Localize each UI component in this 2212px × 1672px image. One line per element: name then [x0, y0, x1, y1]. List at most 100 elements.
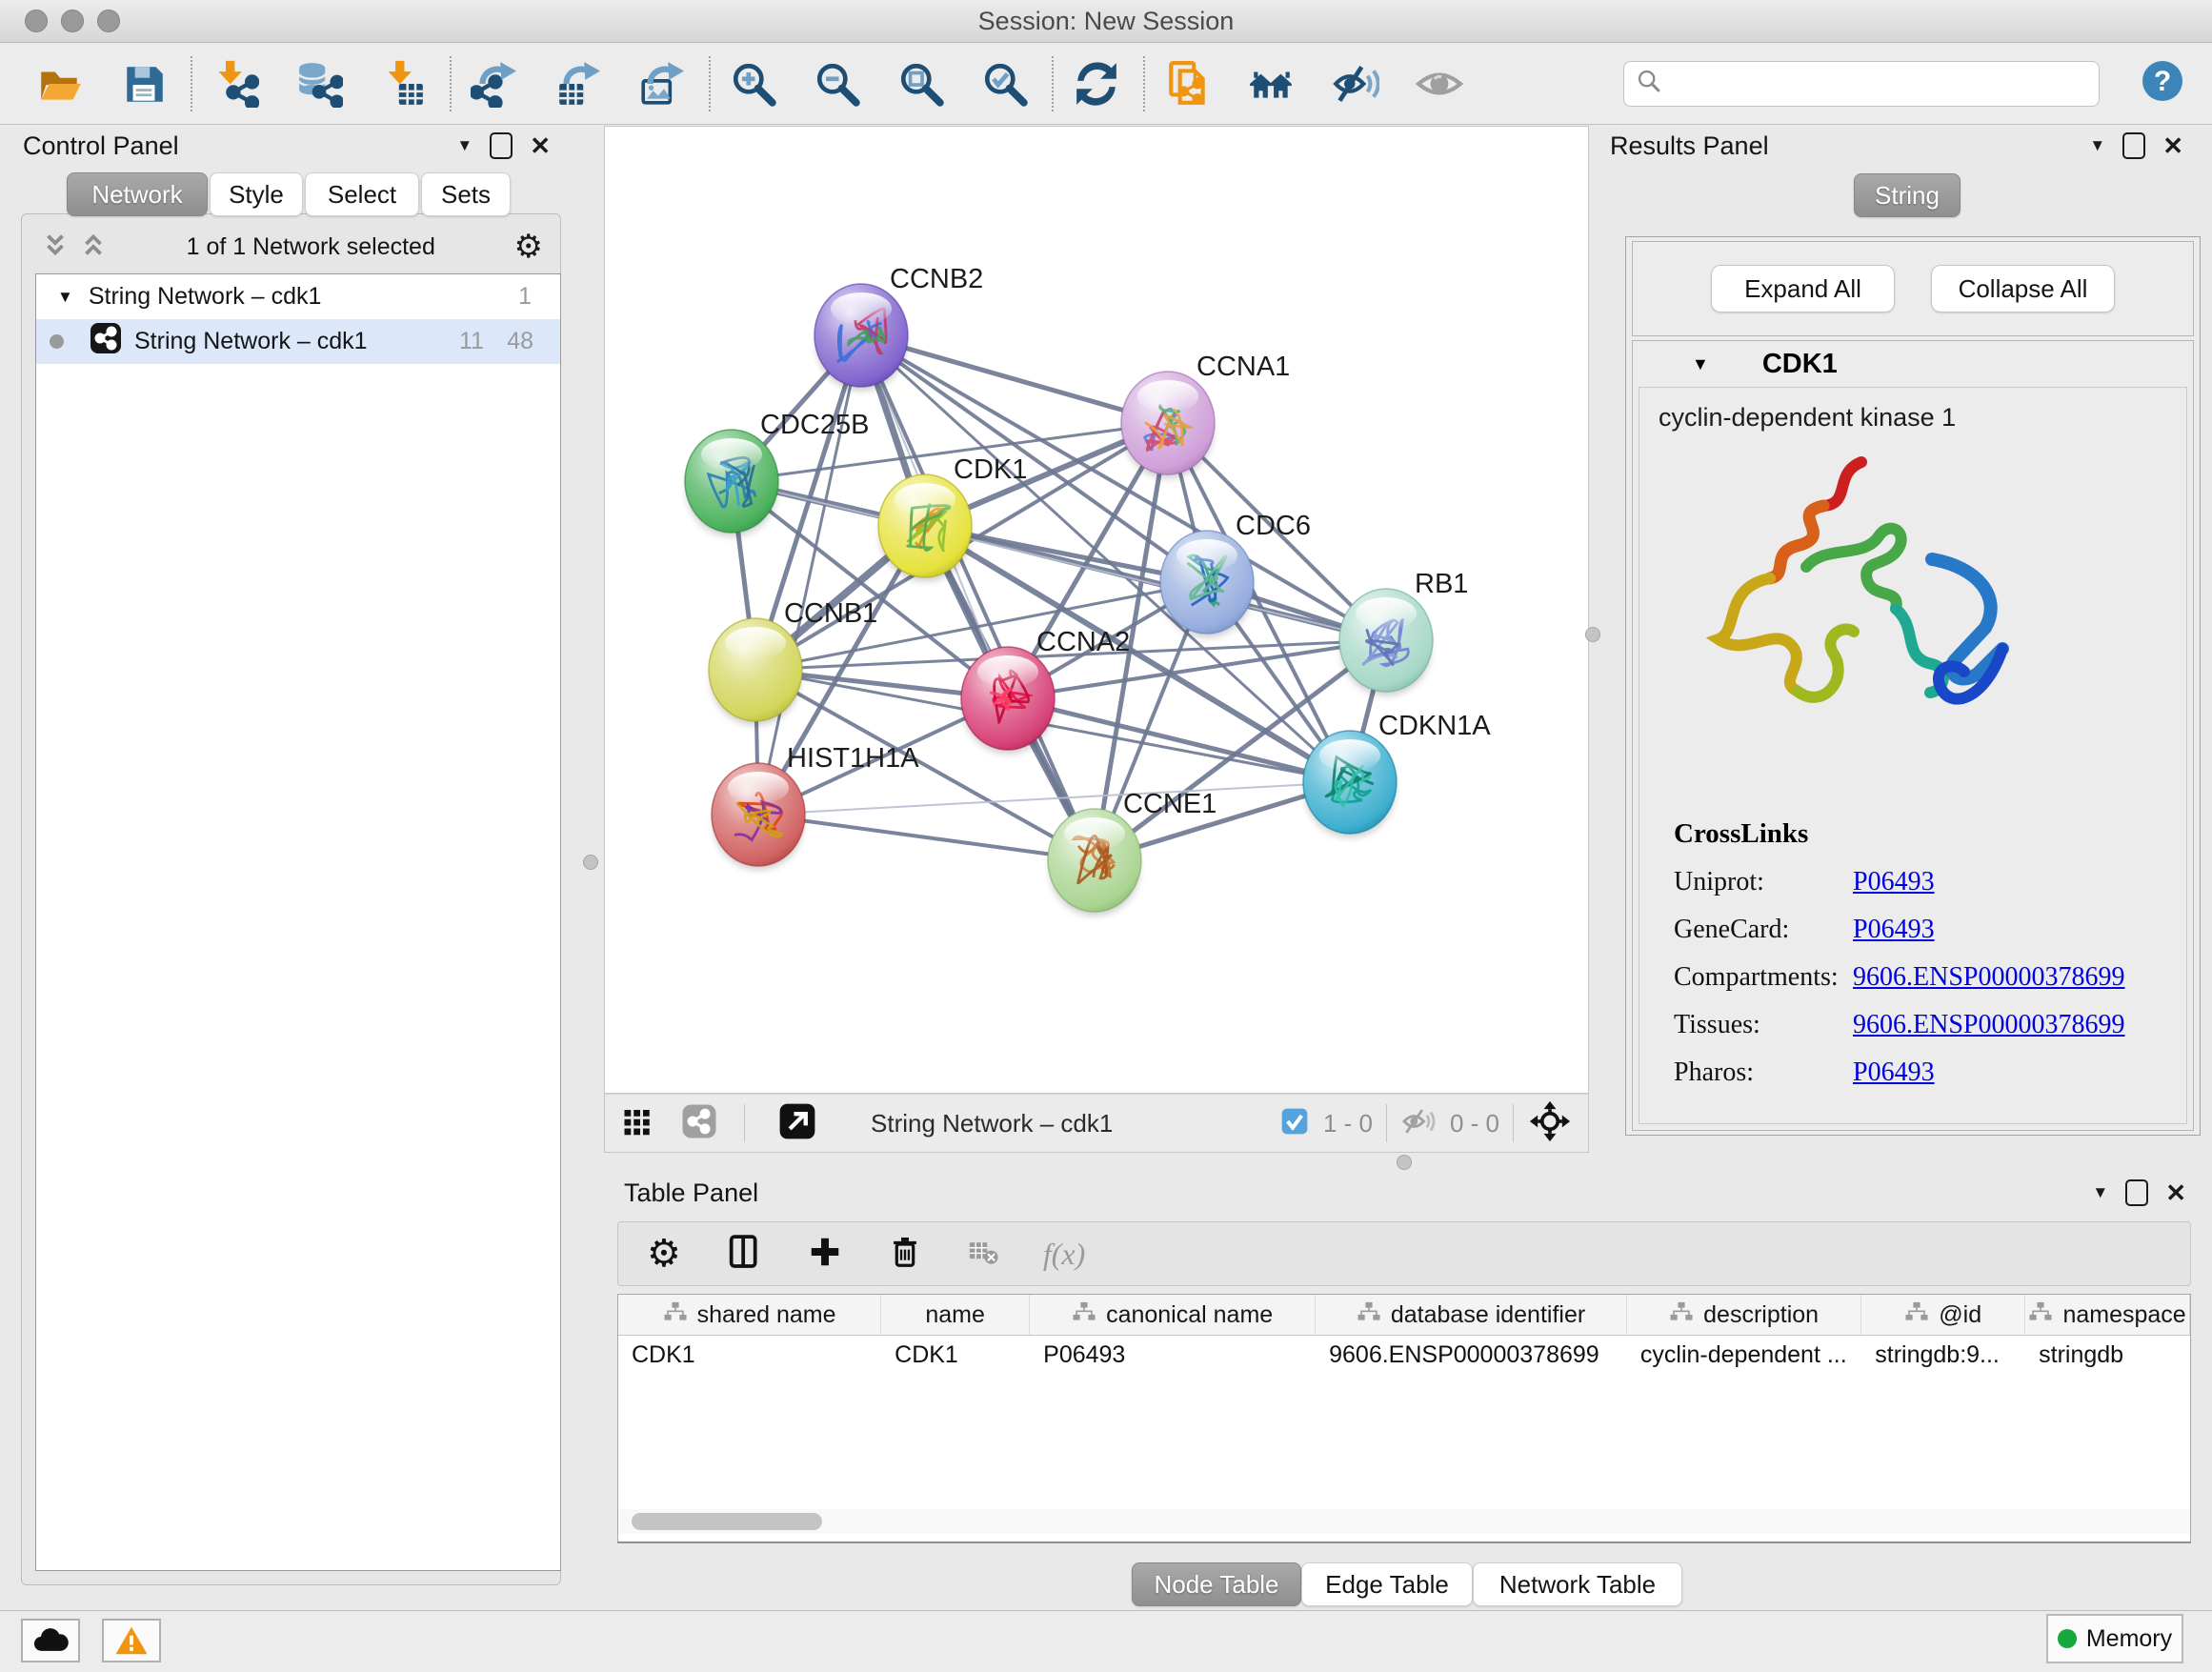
- table-cell[interactable]: stringdb: [2025, 1341, 2190, 1369]
- minimize-window-icon[interactable]: [61, 10, 84, 32]
- table-cell[interactable]: 9606.ENSP00000378699: [1316, 1341, 1627, 1369]
- birdseye-view-icon[interactable]: [777, 1101, 817, 1146]
- float-panel-icon[interactable]: [2122, 132, 2145, 159]
- table-cell[interactable]: stringdb:9...: [1861, 1341, 2025, 1369]
- network-options-gear-icon[interactable]: ⚙: [514, 232, 543, 261]
- table-cell[interactable]: cyclin-dependent ...: [1627, 1341, 1861, 1369]
- expand-all-button[interactable]: Expand All: [1711, 265, 1895, 312]
- view-mode-share-icon[interactable]: [679, 1101, 719, 1146]
- hide-selected-icon[interactable]: [1332, 60, 1379, 108]
- tab-edge-table[interactable]: Edge Table: [1301, 1562, 1473, 1606]
- search-input[interactable]: [1672, 69, 2099, 98]
- table-cell[interactable]: CDK1: [618, 1341, 881, 1369]
- show-columns-icon[interactable]: [725, 1233, 763, 1276]
- crosslink-link[interactable]: P06493: [1853, 915, 1935, 945]
- control-panel-header: Control Panel ▼ ✕: [23, 126, 556, 166]
- collapse-panel-icon[interactable]: ▼: [456, 136, 473, 155]
- selected-checkbox-icon[interactable]: [1279, 1106, 1310, 1141]
- tab-string[interactable]: String: [1854, 173, 1959, 215]
- tab-network-table[interactable]: Network Table: [1473, 1562, 1682, 1606]
- table-tabs: Node TableEdge TableNetwork Table: [1132, 1562, 1682, 1606]
- close-panel-icon[interactable]: ✕: [530, 131, 551, 161]
- tab-network[interactable]: Network: [67, 172, 208, 216]
- zoom-window-icon[interactable]: [97, 10, 120, 32]
- import-table-file-icon[interactable]: [379, 60, 427, 108]
- search-icon: [1636, 68, 1662, 99]
- collapse-all-button[interactable]: Collapse All: [1931, 265, 2115, 312]
- network-row[interactable]: String Network – cdk1 11 48: [36, 319, 560, 364]
- network-canvas[interactable]: CCNB2 CCNA1 CDC25B CDK1 CDC6 RB1 CCNB1 C…: [604, 126, 1589, 1094]
- network-edge[interactable]: [758, 815, 1095, 860]
- network-node-CDKN1A[interactable]: CDKN1A: [1303, 711, 1491, 837]
- warning-button[interactable]: [102, 1619, 161, 1662]
- control-panel-title: Control Panel: [23, 131, 179, 161]
- close-panel-icon[interactable]: ✕: [2165, 1178, 2186, 1208]
- crosslink-link[interactable]: 9606.ENSP00000378699: [1853, 1010, 2124, 1040]
- table-cell[interactable]: CDK1: [881, 1341, 1030, 1369]
- delete-column-icon[interactable]: [887, 1234, 923, 1275]
- export-table-icon[interactable]: [554, 60, 602, 108]
- refresh-icon[interactable]: [1073, 60, 1120, 108]
- column-header-canonical-name[interactable]: canonical name: [1030, 1295, 1316, 1335]
- grid-mode-icon[interactable]: [620, 1104, 654, 1143]
- table-cell[interactable]: P06493: [1030, 1341, 1316, 1369]
- results-panel-title: Results Panel: [1610, 131, 1769, 161]
- float-panel-icon[interactable]: [490, 132, 513, 159]
- first-neighbors-icon[interactable]: [1248, 60, 1296, 108]
- network-collection-row[interactable]: ▼ String Network – cdk1 1: [36, 274, 560, 319]
- table-gear-icon[interactable]: ⚙: [647, 1235, 681, 1273]
- table-row[interactable]: CDK1CDK1P064939606.ENSP00000378699cyclin…: [618, 1336, 2190, 1374]
- clone-network-icon[interactable]: [1164, 60, 1212, 108]
- node-details-header[interactable]: ▼ CDK1: [1633, 341, 2193, 387]
- control-panel: Control Panel ▼ ✕ NetworkStyleSelectSets…: [11, 126, 569, 1587]
- pan-crosshair-icon[interactable]: [1529, 1100, 1571, 1147]
- network-edge[interactable]: [861, 335, 1095, 860]
- tree-expander-icon[interactable]: ▼: [57, 288, 73, 307]
- column-header-name[interactable]: name: [881, 1295, 1030, 1335]
- float-panel-icon[interactable]: [2125, 1179, 2148, 1206]
- export-network-icon[interactable]: [471, 60, 518, 108]
- table-horizontal-scrollbar: [617, 1509, 2191, 1534]
- help-button[interactable]: ?: [2140, 58, 2185, 109]
- export-image-icon[interactable]: [638, 60, 686, 108]
- network-node-HIST1H1A[interactable]: HIST1H1A: [712, 743, 919, 870]
- collapse-all-networks-icon[interactable]: [41, 231, 70, 264]
- crosslink-link[interactable]: 9606.ENSP00000378699: [1853, 962, 2124, 993]
- add-column-icon[interactable]: [807, 1234, 843, 1275]
- zoom-in-icon[interactable]: [730, 60, 777, 108]
- import-network-db-icon[interactable]: [295, 60, 343, 108]
- open-session-icon[interactable]: [36, 60, 84, 108]
- zoom-fit-icon[interactable]: [897, 60, 945, 108]
- zoom-out-icon[interactable]: [814, 60, 861, 108]
- left-splitter-handle[interactable]: [583, 855, 598, 870]
- close-panel-icon[interactable]: ✕: [2162, 131, 2183, 161]
- import-network-file-icon[interactable]: [211, 60, 259, 108]
- network-node-CDK1[interactable]: CDK1: [878, 454, 1027, 581]
- network-node-RB1[interactable]: RB1: [1339, 569, 1468, 695]
- scrollbar-thumb[interactable]: [632, 1513, 822, 1530]
- zoom-selected-icon[interactable]: [981, 60, 1029, 108]
- save-session-icon[interactable]: [120, 60, 168, 108]
- cloud-button[interactable]: [21, 1619, 80, 1662]
- tab-style[interactable]: Style: [210, 172, 303, 216]
- section-expander-icon[interactable]: ▼: [1692, 354, 1709, 374]
- search-box[interactable]: [1623, 61, 2100, 107]
- column-header-namespace[interactable]: namespace: [2025, 1295, 2190, 1335]
- expand-all-networks-icon[interactable]: [79, 231, 108, 264]
- column-header-description[interactable]: description: [1627, 1295, 1861, 1335]
- selected-count: 1 - 0: [1323, 1109, 1373, 1138]
- collapse-panel-icon[interactable]: ▼: [2089, 136, 2105, 155]
- column-header--id[interactable]: @id: [1861, 1295, 2025, 1335]
- memory-button[interactable]: Memory: [2046, 1614, 2183, 1663]
- tab-sets[interactable]: Sets: [421, 172, 511, 216]
- crosslink-link[interactable]: P06493: [1853, 867, 1935, 897]
- column-header-shared-name[interactable]: shared name: [618, 1295, 881, 1335]
- tab-select[interactable]: Select: [305, 172, 419, 216]
- tab-node-table[interactable]: Node Table: [1132, 1562, 1301, 1606]
- collapse-panel-icon[interactable]: ▼: [2092, 1183, 2108, 1202]
- warning-icon: [114, 1624, 149, 1657]
- network-node-CCNB1[interactable]: CCNB1: [709, 598, 877, 725]
- column-header-database-identifier[interactable]: database identifier: [1316, 1295, 1627, 1335]
- close-window-icon[interactable]: [25, 10, 48, 32]
- crosslink-link[interactable]: P06493: [1853, 1058, 1935, 1088]
